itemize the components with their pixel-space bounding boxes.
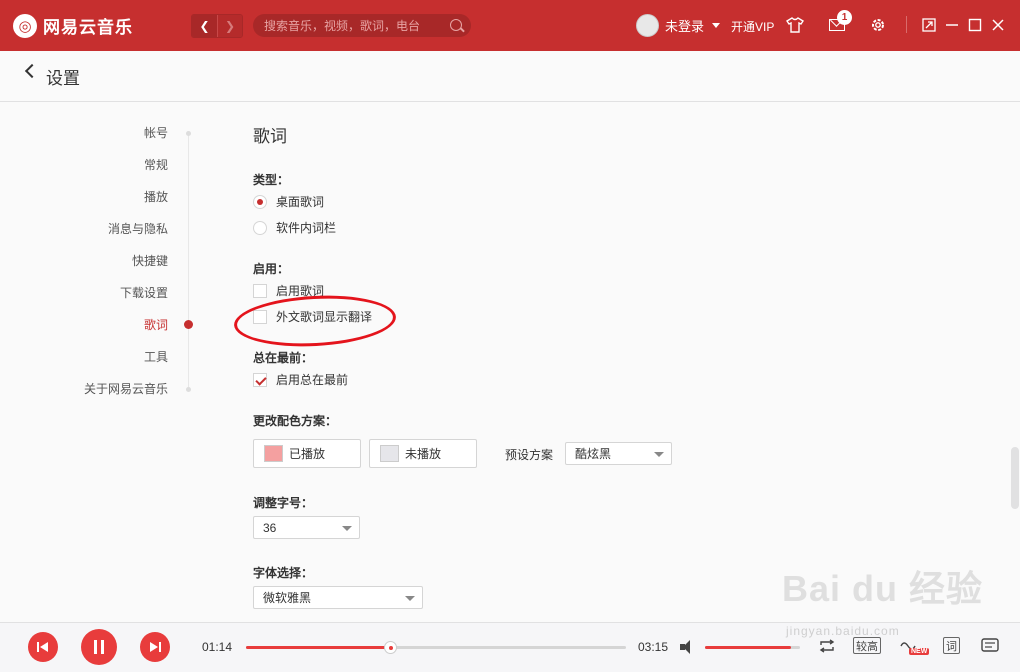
- page-title: 设置: [46, 69, 80, 88]
- maximize-icon[interactable]: [966, 16, 984, 34]
- font-family-value: 微软雅黑: [263, 591, 312, 605]
- sidebar-item-shortcuts[interactable]: 快捷键: [132, 252, 168, 269]
- quality-button[interactable]: 较高: [853, 637, 881, 654]
- sidebar-item-download[interactable]: 下载设置: [120, 284, 168, 301]
- pause-icon: [94, 640, 104, 654]
- preset-select[interactable]: 酷炫黑: [565, 442, 672, 465]
- search-input[interactable]: [264, 18, 444, 33]
- radio-button[interactable]: [253, 194, 267, 209]
- baidu-watermark: Bai du 经验: [782, 568, 984, 609]
- settings-sidebar: 帐号 常规 播放 消息与隐私 快捷键 下载设置 歌词 工具 关于网易云音乐: [0, 102, 200, 622]
- gear-icon[interactable]: [869, 16, 887, 34]
- playlist-icon[interactable]: [981, 637, 999, 655]
- preset-label: 预设方案: [505, 448, 554, 462]
- next-track-button[interactable]: [140, 632, 170, 662]
- checkbox[interactable]: [253, 283, 267, 298]
- search-icon[interactable]: [450, 19, 462, 31]
- sidebar-timeline-line: [188, 132, 189, 390]
- radio-button[interactable]: [253, 220, 267, 235]
- played-color-label: 已播放: [289, 447, 326, 461]
- close-icon[interactable]: [989, 16, 1007, 34]
- font-family-select[interactable]: 微软雅黑: [253, 586, 423, 609]
- checkbox-always-on-top[interactable]: 启用总在最前: [253, 371, 348, 388]
- settings-header: [0, 51, 1020, 102]
- radio-in-app-lyrics-bar[interactable]: 软件内词栏: [253, 219, 336, 236]
- color-swatch: [380, 445, 399, 462]
- chevron-down-icon: [342, 526, 352, 531]
- app-name: 网易云音乐: [43, 18, 133, 37]
- netease-logo-icon: ◎: [13, 13, 37, 38]
- next-icon: [149, 642, 161, 652]
- user-menu[interactable]: 未登录: [636, 14, 721, 37]
- pause-button[interactable]: [81, 629, 117, 665]
- progress-fill: [246, 646, 391, 649]
- history-nav: ❮ ❯: [191, 14, 243, 38]
- current-time: 01:14: [202, 640, 233, 654]
- vip-button[interactable]: 开通VIP: [731, 18, 774, 35]
- total-time: 03:15: [638, 640, 669, 654]
- font-size-value: 36: [263, 520, 277, 535]
- message-count-badge: 1: [837, 10, 852, 25]
- unplayed-color-label: 未播放: [405, 447, 442, 461]
- chevron-down-icon: [405, 596, 415, 601]
- sidebar-item-tools[interactable]: 工具: [144, 348, 168, 365]
- app-logo[interactable]: ◎ 网易云音乐: [13, 13, 133, 38]
- red-highlight-circle: [232, 291, 398, 351]
- back-arrow-icon[interactable]: ❮: [192, 15, 217, 37]
- sidebar-item-account[interactable]: 帐号: [144, 124, 168, 141]
- type-label: 类型：: [253, 173, 290, 187]
- radio-label: 桌面歌词: [276, 195, 325, 209]
- font-size-select[interactable]: 36: [253, 516, 360, 539]
- radio-label: 软件内词栏: [276, 221, 337, 235]
- title-bar: ◎ 网易云音乐 ❮ ❯ 未登录 开通VIP 1: [0, 0, 1020, 51]
- font-family-label: 字体选择：: [253, 566, 314, 580]
- lyrics-toggle-button[interactable]: 词: [943, 637, 960, 654]
- sidebar-dot: [186, 387, 191, 392]
- played-color-button[interactable]: 已播放: [253, 439, 361, 468]
- checkbox[interactable]: [253, 372, 267, 387]
- volume-fill: [705, 646, 791, 649]
- previous-icon: [37, 642, 49, 652]
- skin-shirt-icon[interactable]: [786, 16, 804, 34]
- user-name[interactable]: 未登录: [665, 16, 704, 35]
- new-tag: NEW: [909, 648, 930, 655]
- minimize-icon[interactable]: [943, 16, 961, 34]
- preset-select-value: 酷炫黑: [575, 447, 612, 461]
- chevron-down-icon: [654, 452, 664, 457]
- sidebar-item-lyrics[interactable]: 歌词: [144, 316, 168, 333]
- sidebar-item-about[interactable]: 关于网易云音乐: [84, 380, 168, 397]
- search-box: [253, 14, 471, 37]
- color-scheme-label: 更改配色方案：: [253, 414, 338, 428]
- loop-mode-icon[interactable]: [818, 637, 836, 655]
- previous-track-button[interactable]: [28, 632, 58, 662]
- window-controls-divider: [906, 16, 907, 33]
- progress-bar[interactable]: [246, 641, 626, 654]
- avatar[interactable]: [636, 14, 659, 37]
- checkbox-label: 启用总在最前: [276, 373, 349, 387]
- sidebar-active-dot: [184, 320, 193, 329]
- section-title: 歌词: [253, 127, 287, 146]
- mini-mode-icon[interactable]: [920, 16, 938, 34]
- sidebar-item-privacy[interactable]: 消息与隐私: [108, 220, 168, 237]
- unplayed-color-button[interactable]: 未播放: [369, 439, 477, 468]
- sidebar-item-general[interactable]: 常规: [144, 156, 168, 173]
- sidebar-item-playback[interactable]: 播放: [144, 188, 168, 205]
- baidu-watermark-url: jingyan.baidu.com: [786, 624, 900, 638]
- sidebar-dot: [186, 131, 191, 136]
- font-size-label: 调整字号：: [253, 496, 314, 510]
- enable-label: 启用：: [253, 262, 290, 276]
- volume-slider[interactable]: [705, 646, 800, 649]
- volume-icon[interactable]: [680, 640, 698, 654]
- always-on-top-label: 总在最前：: [253, 351, 314, 365]
- color-swatch: [264, 445, 283, 462]
- scrollbar-thumb[interactable]: [1011, 447, 1019, 509]
- radio-desktop-lyrics[interactable]: 桌面歌词: [253, 193, 324, 210]
- chevron-down-icon[interactable]: [712, 23, 721, 28]
- forward-arrow-icon[interactable]: ❯: [217, 15, 242, 37]
